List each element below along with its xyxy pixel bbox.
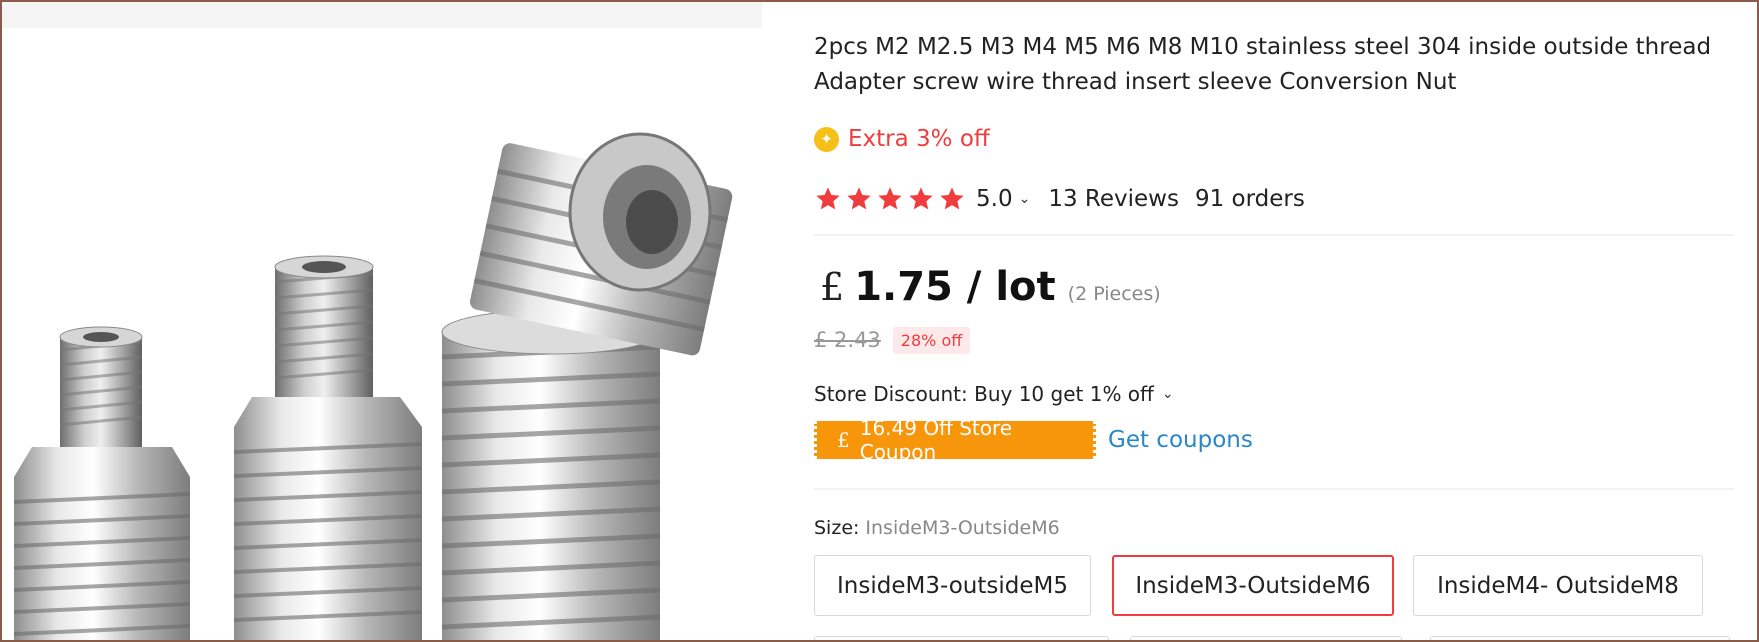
coupon-row: £ 16.49 Off Store Coupon Get coupons <box>814 416 1253 464</box>
original-price: £ 2.43 <box>814 328 881 352</box>
store-coupon[interactable]: £ 16.49 Off Store Coupon <box>814 416 1096 464</box>
chevron-down-icon[interactable]: ⌄ <box>1162 386 1174 402</box>
price-row: £ 1.75 / lot (2 Pieces) <box>820 264 1161 316</box>
size-option[interactable] <box>814 636 1109 640</box>
size-option[interactable] <box>1430 636 1730 640</box>
star-icon <box>940 187 964 210</box>
product-title: 2pcs M2 M2.5 M3 M4 M5 M6 M8 M10 stainles… <box>814 30 1734 100</box>
size-option[interactable]: InsideM3-outsideM5 <box>814 555 1091 616</box>
orders-count: 91 orders <box>1194 186 1305 212</box>
size-option[interactable]: InsideM4- OutsideM8 <box>1413 555 1703 616</box>
top-strip <box>2 2 762 28</box>
coupon-text: 16.49 Off Store Coupon <box>859 416 1013 464</box>
product-image[interactable] <box>2 32 759 640</box>
rating-score[interactable]: 5.0 <box>976 186 1013 212</box>
size-option-selected[interactable]: InsideM3-OutsideM6 <box>1112 555 1394 616</box>
store-discount[interactable]: Store Discount: Buy 10 get 1% off ⌄ <box>814 379 1174 409</box>
size-label: Size: InsideM3-OutsideM6 <box>814 514 1060 542</box>
star-icon <box>816 187 840 210</box>
star-icon <box>909 187 933 210</box>
coin-icon: ✦ <box>814 126 839 152</box>
extra-discount-row: ✦ Extra 3% off <box>814 124 990 154</box>
discount-badge: 28% off <box>892 326 971 354</box>
size-selected-value: InsideM3-OutsideM6 <box>865 517 1060 539</box>
title-line-2: Adapter screw wire thread insert sleeve … <box>814 69 1457 95</box>
reviews-link[interactable]: 13 Reviews <box>1048 186 1179 212</box>
price-currency: £ <box>820 265 845 309</box>
store-discount-text[interactable]: Store Discount: Buy 10 get 1% off <box>814 382 1154 406</box>
chevron-down-icon[interactable]: ⌄ <box>1019 191 1031 207</box>
star-icon <box>878 187 902 210</box>
rating-row: 5.0 ⌄ 13 Reviews 91 orders <box>814 182 1305 216</box>
product-page: 2pcs M2 M2.5 M3 M4 M5 M6 M8 M10 stainles… <box>0 0 1759 642</box>
price-amount: 1.75 / lot <box>854 264 1056 310</box>
title-line-1: 2pcs M2 M2.5 M3 M4 M5 M6 M8 M10 stainles… <box>814 34 1712 60</box>
size-option[interactable] <box>1130 636 1402 640</box>
extra-discount-text: Extra 3% off <box>848 126 990 152</box>
price-pieces: (2 Pieces) <box>1067 283 1161 305</box>
divider <box>814 488 1734 490</box>
star-icon <box>847 187 871 210</box>
size-label-text: Size: <box>814 517 860 539</box>
star-rating <box>814 185 966 213</box>
divider <box>814 234 1734 236</box>
coupon-currency: £ <box>837 428 850 452</box>
get-coupons-link[interactable]: Get coupons <box>1108 427 1253 453</box>
original-price-row: £ 2.43 28% off <box>814 324 971 356</box>
